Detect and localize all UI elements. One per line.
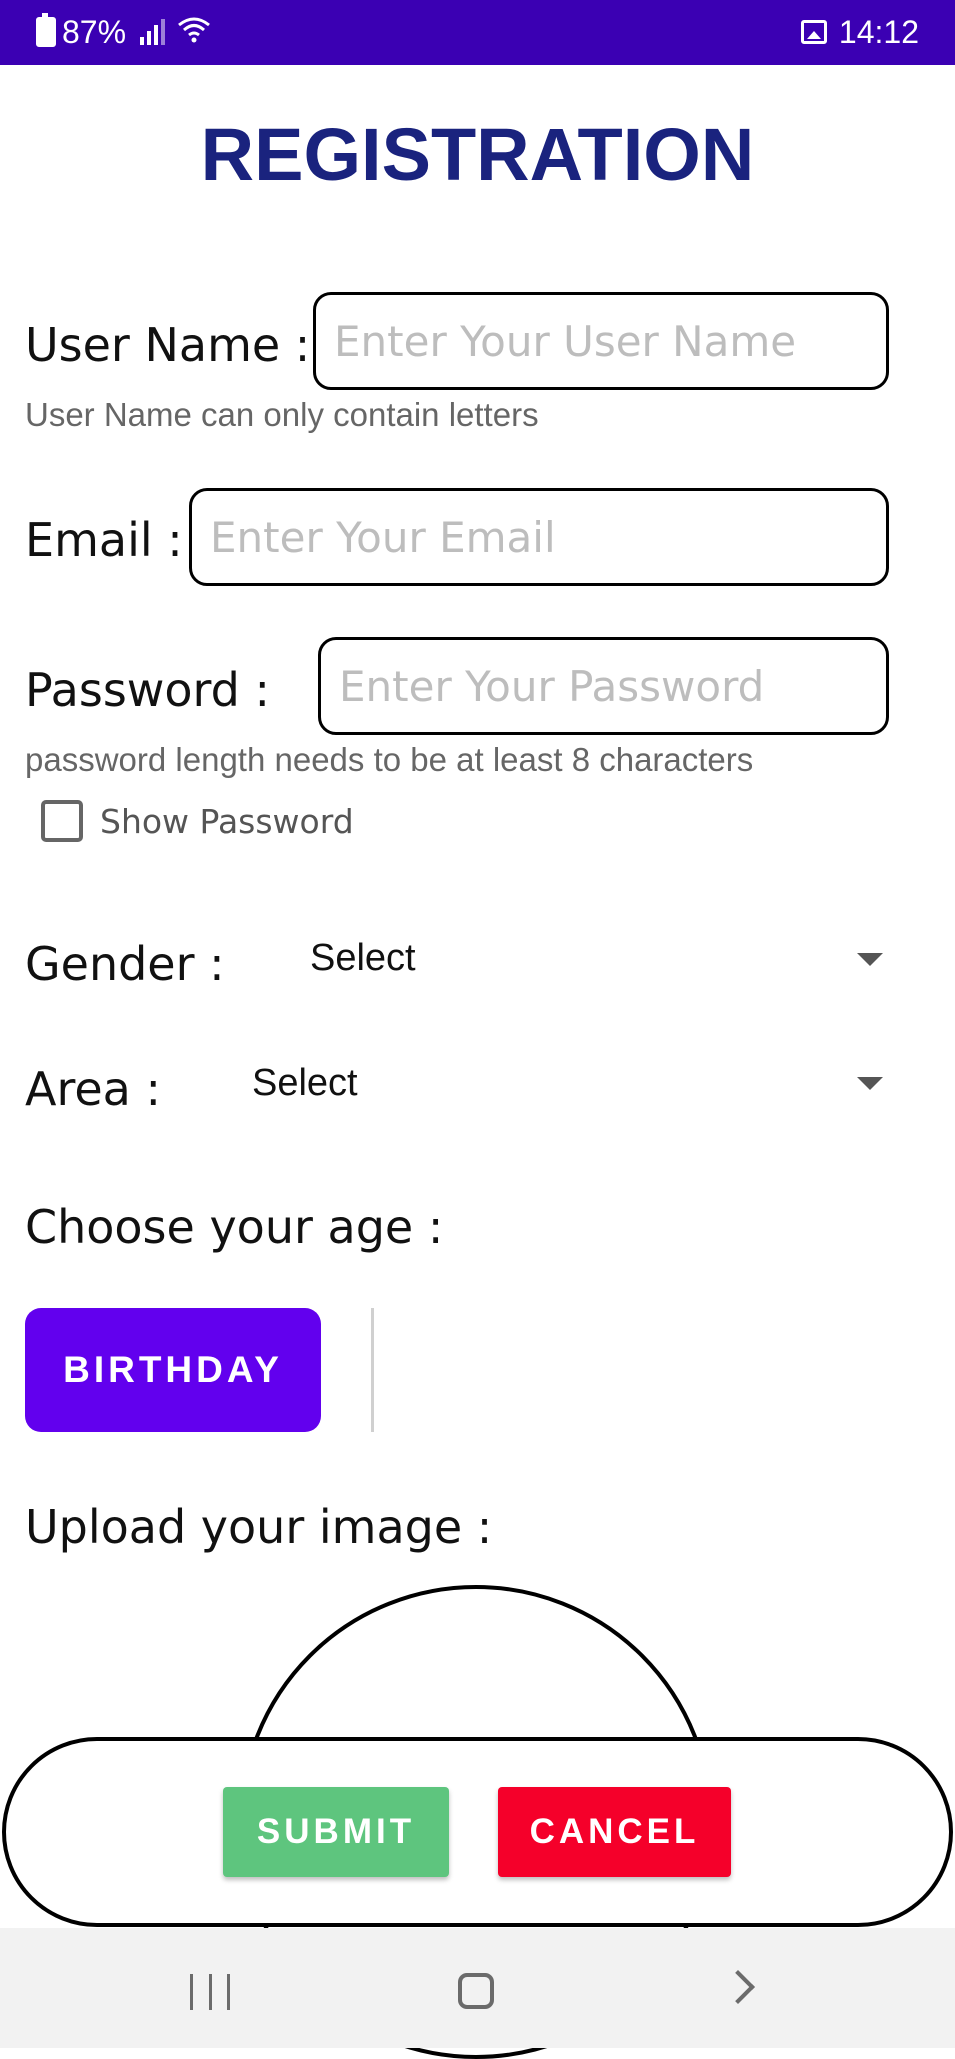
status-time: 14:12 — [838, 13, 919, 50]
battery-icon — [36, 13, 56, 47]
birthday-button[interactable]: BIRTHDAY — [25, 1308, 321, 1432]
status-left: 87% — [36, 13, 211, 50]
username-label: User Name : — [25, 318, 311, 372]
signal-icon — [140, 19, 166, 45]
area-dropdown-icon[interactable] — [857, 1077, 883, 1090]
email-label: Email : — [25, 513, 183, 567]
battery-percentage: 87% — [62, 13, 127, 50]
username-hint: User Name can only contain letters — [25, 396, 539, 433]
area-select[interactable]: Select — [252, 1062, 358, 1105]
username-input[interactable] — [313, 292, 889, 390]
gender-label: Gender : — [25, 937, 225, 991]
password-input[interactable] — [318, 637, 889, 735]
area-label: Area : — [25, 1062, 161, 1116]
gender-select[interactable]: Select — [310, 937, 416, 980]
email-input[interactable] — [189, 488, 889, 586]
action-panel — [2, 1737, 953, 1927]
wifi-icon — [177, 15, 211, 50]
password-hint: password length needs to be at least 8 c… — [25, 741, 754, 778]
status-bar: 87% 14:12 — [0, 0, 955, 65]
show-password-checkbox[interactable] — [41, 800, 83, 842]
age-label: Choose your age : — [25, 1200, 444, 1254]
image-label: Upload your image : — [25, 1500, 493, 1554]
password-label: Password : — [25, 663, 270, 717]
page-title: REGISTRATION — [200, 113, 755, 196]
recents-icon[interactable] — [190, 1974, 230, 2010]
gallery-icon — [800, 20, 827, 44]
age-divider — [371, 1308, 374, 1432]
home-icon[interactable] — [458, 1973, 494, 2009]
show-password-label[interactable]: Show Password — [100, 802, 354, 841]
submit-button[interactable]: SUBMIT — [223, 1787, 449, 1877]
gender-dropdown-icon[interactable] — [857, 953, 883, 966]
status-right: 14:12 — [800, 13, 919, 50]
cancel-button[interactable]: CANCEL — [498, 1787, 731, 1877]
